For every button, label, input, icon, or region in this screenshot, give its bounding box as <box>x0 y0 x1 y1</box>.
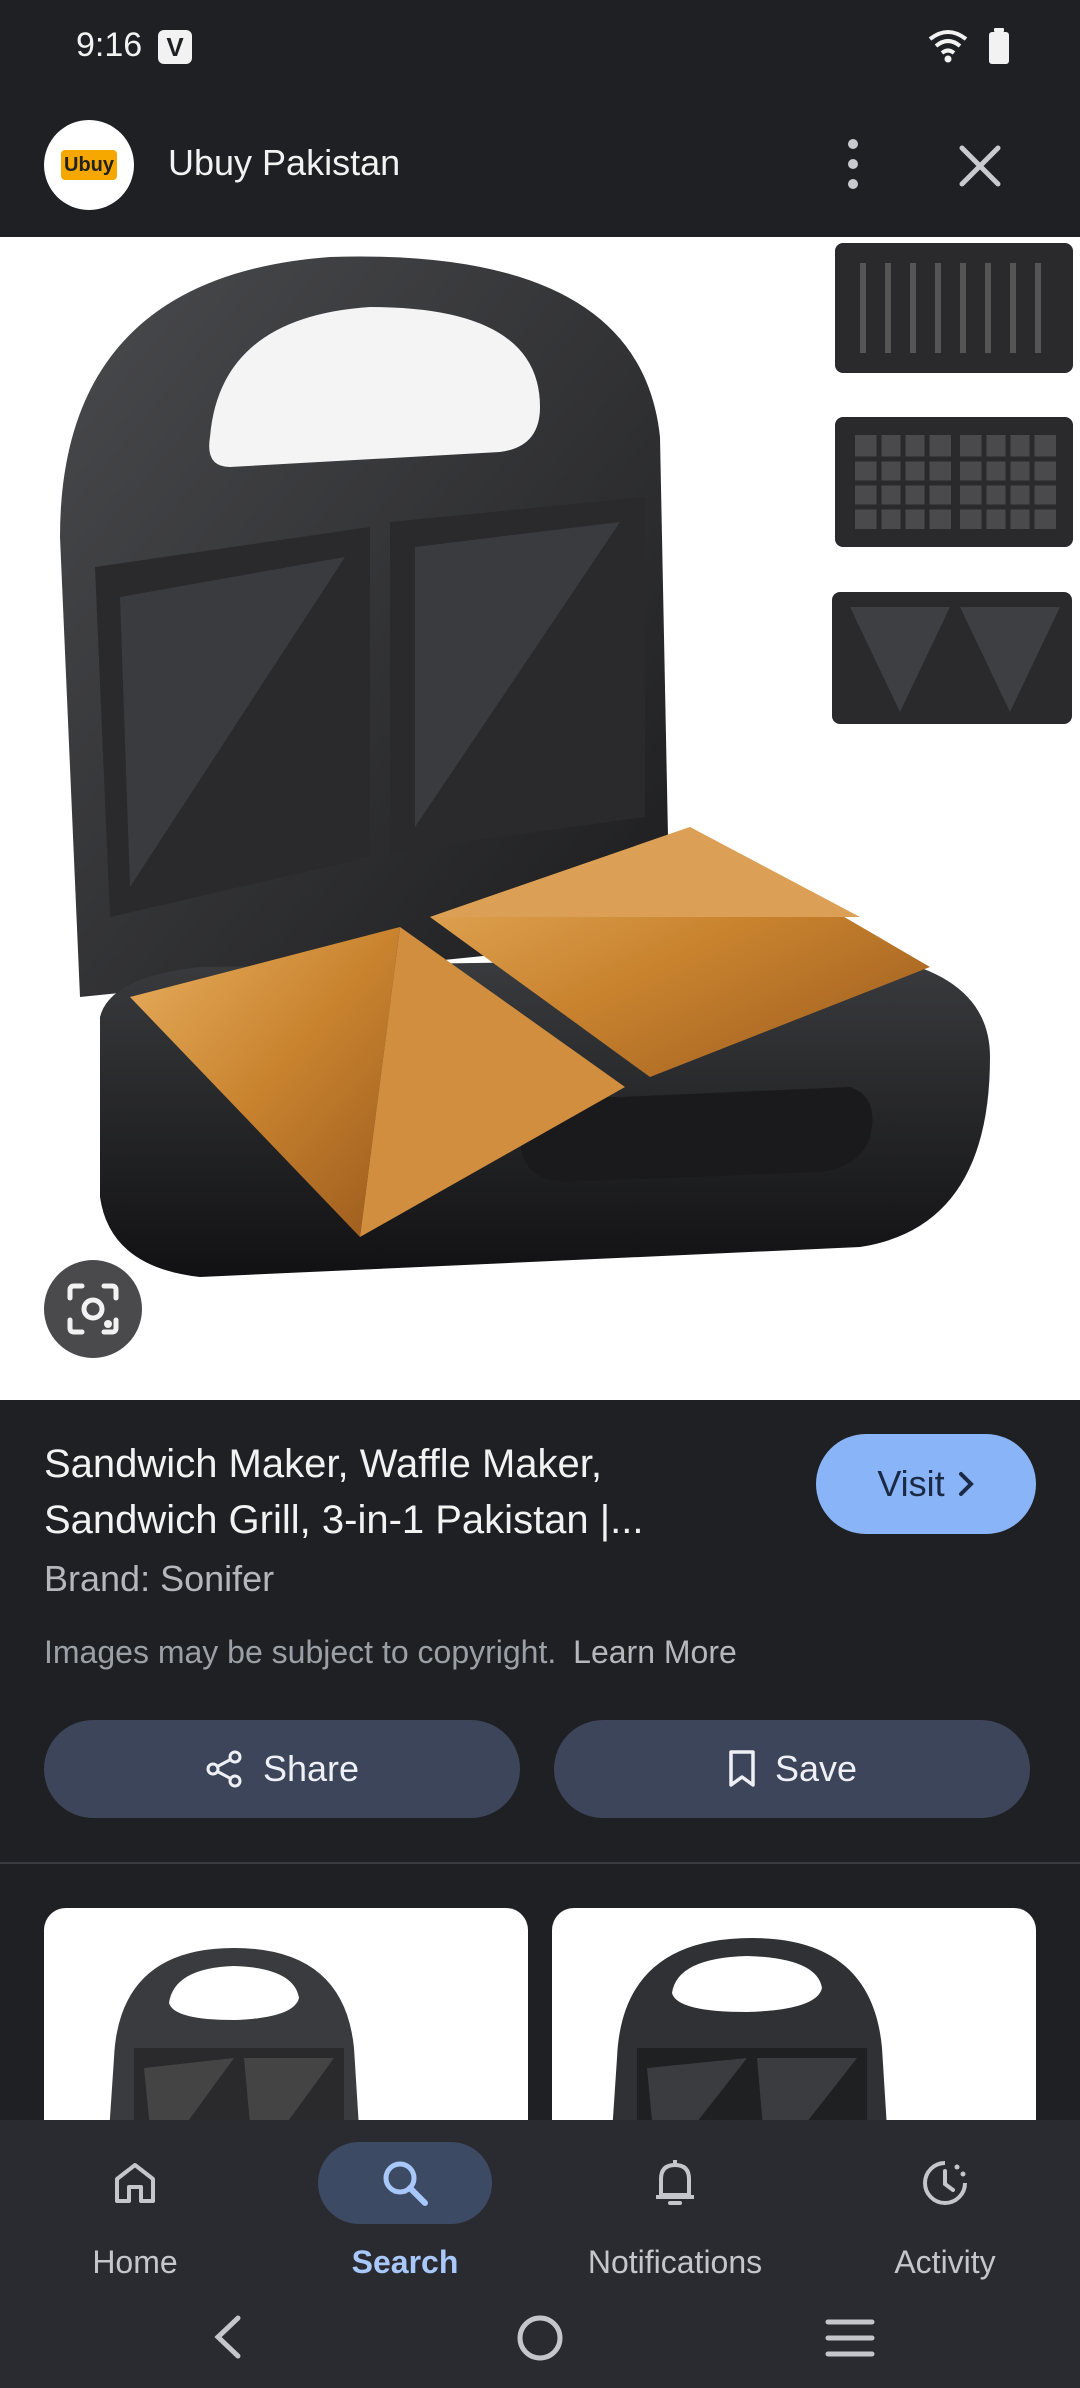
nav-search-label: Search <box>351 2244 459 2280</box>
status-time: 9:16 <box>76 26 143 64</box>
share-button[interactable]: Share <box>44 1720 520 1818</box>
result-title[interactable]: Sandwich Maker, Waffle Maker, Sandwich G… <box>44 1436 744 1548</box>
save-label: Save <box>774 1748 858 1789</box>
status-icons <box>928 28 1010 64</box>
site-logo[interactable]: Ubuy <box>44 120 134 210</box>
share-icon <box>206 1750 242 1788</box>
save-button[interactable]: Save <box>554 1720 1030 1818</box>
site-name[interactable]: Ubuy Pakistan <box>168 142 400 184</box>
nav-home-label: Home <box>92 2244 178 2280</box>
status-bar: 9:16 V <box>0 0 1080 92</box>
share-label: Share <box>262 1748 360 1789</box>
related-card[interactable] <box>552 1908 1036 2120</box>
nav-activity-label: Activity <box>894 2244 996 2280</box>
home-button-icon[interactable] <box>514 2312 566 2364</box>
lens-icon <box>67 1283 119 1335</box>
menu-icon[interactable] <box>824 2316 876 2360</box>
nav-notifications-label: Notifications <box>587 2244 763 2280</box>
nav-notifications[interactable]: Notifications <box>540 2132 810 2282</box>
back-icon[interactable] <box>208 2312 248 2362</box>
learn-more-link[interactable]: Learn More <box>573 1634 737 1670</box>
site-logo-text: Ubuy <box>61 150 117 180</box>
visit-button[interactable]: Visit <box>816 1434 1036 1534</box>
brand-text: Brand: Sonifer <box>44 1558 275 1599</box>
close-icon[interactable] <box>950 136 1010 196</box>
system-navigation <box>0 2290 1080 2388</box>
nav-search[interactable]: Search <box>270 2132 540 2282</box>
bookmark-icon <box>729 1750 755 1787</box>
related-thumbnail <box>612 1938 887 2120</box>
sandwich-maker-illustration <box>60 243 1073 1277</box>
header: Ubuy Ubuy Pakistan <box>0 92 1080 237</box>
battery-icon <box>989 28 1009 64</box>
activity-icon <box>923 2161 967 2205</box>
product-image[interactable] <box>0 237 1080 1400</box>
home-icon <box>115 2163 155 2203</box>
bell-icon <box>656 2160 694 2205</box>
nav-home[interactable]: Home <box>0 2132 270 2282</box>
copyright-text: Images may be subject to copyright. <box>44 1634 557 1670</box>
bottom-navigation: Home Search Notifications Activity <box>0 2120 1080 2388</box>
more-options-icon[interactable] <box>838 136 868 192</box>
copyright-notice: Images may be subject to copyright. Lear… <box>44 1634 737 1671</box>
related-thumbnail <box>109 1948 359 2120</box>
visit-label: Visit <box>877 1463 945 1504</box>
nav-activity[interactable]: Activity <box>810 2132 1080 2282</box>
wifi-icon <box>928 30 968 63</box>
search-icon <box>383 2161 428 2206</box>
result-info: Sandwich Maker, Waffle Maker, Sandwich G… <box>0 1400 1080 1864</box>
related-card[interactable] <box>44 1908 528 2120</box>
notification-badge-icon: V <box>158 30 192 64</box>
chevron-right-icon <box>958 1472 974 1496</box>
google-lens-button[interactable] <box>44 1260 142 1358</box>
related-results <box>0 1864 1080 2120</box>
